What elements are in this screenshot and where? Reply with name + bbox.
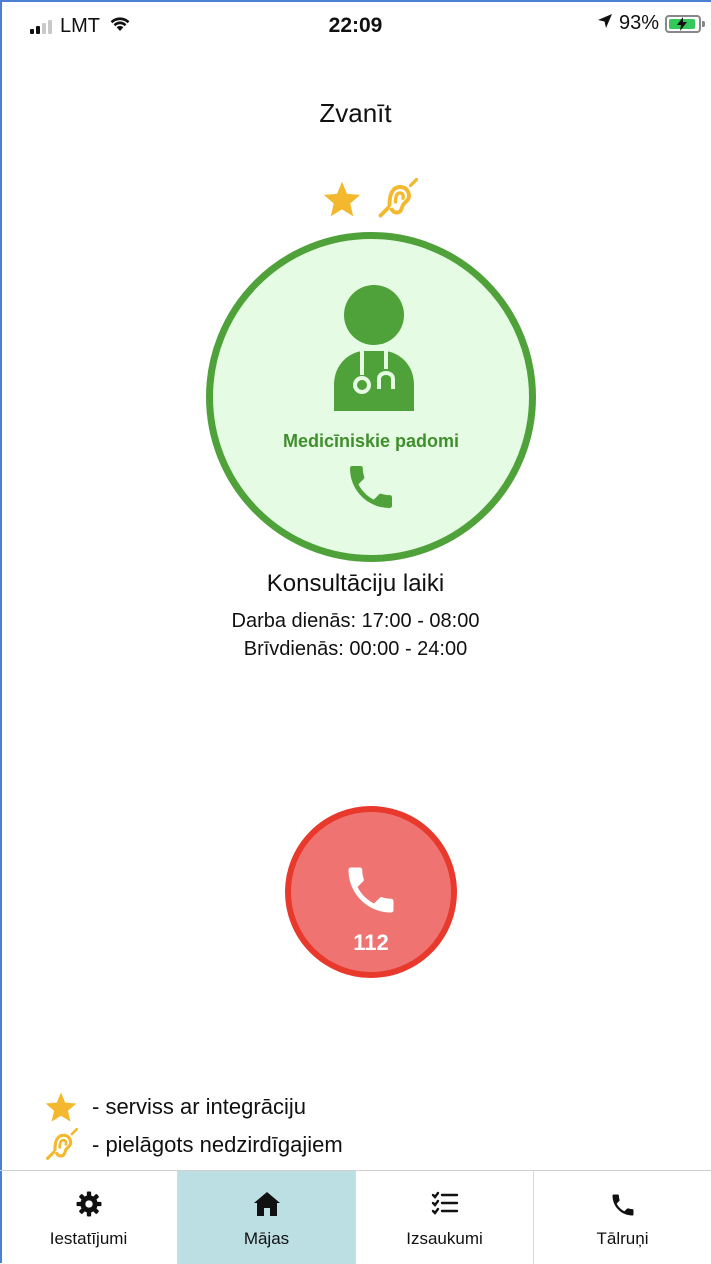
tab-calls[interactable]: Izsaukumi bbox=[356, 1171, 534, 1264]
legend-item: - serviss ar integrāciju bbox=[44, 1088, 343, 1126]
emergency-112-button[interactable]: 112 bbox=[285, 806, 457, 978]
hearing-impaired-icon bbox=[44, 1128, 92, 1162]
status-bar: LMT 22:09 93% bbox=[0, 0, 711, 58]
legend-item: - pielāgots nedzirdīgajiem bbox=[44, 1126, 343, 1164]
doctor-icon bbox=[334, 285, 414, 416]
battery-charging-icon bbox=[665, 14, 705, 33]
star-icon bbox=[322, 180, 362, 223]
checklist-icon bbox=[356, 1191, 533, 1217]
emergency-phone-icon bbox=[348, 867, 394, 913]
page-title: Zvanīt bbox=[319, 98, 392, 128]
tab-settings[interactable]: Iestatījumi bbox=[0, 1171, 178, 1264]
legend: - serviss ar integrāciju - pielāgots ned… bbox=[44, 1088, 343, 1164]
hearing-impaired-icon bbox=[376, 177, 419, 225]
tab-phones[interactable]: Tālruņi bbox=[534, 1171, 711, 1264]
location-arrow-icon bbox=[597, 12, 613, 35]
service-label: Medicīniskie padomi bbox=[282, 431, 460, 451]
status-right: 93% bbox=[597, 12, 705, 35]
hours-weekend: Brīvdienās: 00:00 - 24:00 bbox=[243, 638, 468, 660]
hours-weekdays: Darba dienās: 17:00 - 08:00 bbox=[231, 610, 480, 632]
tab-label: Mājas bbox=[243, 1229, 290, 1248]
emergency-number: 112 bbox=[353, 930, 389, 955]
consultation-hours-title: Konsultāciju laiki bbox=[266, 570, 445, 597]
star-icon bbox=[44, 1091, 92, 1123]
tab-label: Iestatījumi bbox=[49, 1229, 128, 1248]
tab-bar: Iestatījumi Mājas Izsaukumi Tālruņi bbox=[0, 1170, 711, 1264]
phone-icon bbox=[534, 1191, 711, 1219]
gear-icon bbox=[0, 1191, 177, 1217]
home-icon bbox=[178, 1191, 355, 1217]
battery-percent: 93% bbox=[618, 12, 659, 34]
tab-label: Tālruņi bbox=[596, 1229, 649, 1248]
legend-text: - serviss ar integrāciju bbox=[92, 1094, 306, 1119]
tab-home[interactable]: Mājas bbox=[178, 1171, 356, 1264]
service-badges bbox=[322, 177, 419, 225]
tab-label: Izsaukumi bbox=[406, 1229, 483, 1248]
phone-icon bbox=[343, 459, 399, 520]
medical-advice-call-button[interactable]: Medicīniskie padomi bbox=[206, 232, 536, 562]
legend-text: - pielāgots nedzirdīgajiem bbox=[92, 1132, 343, 1157]
